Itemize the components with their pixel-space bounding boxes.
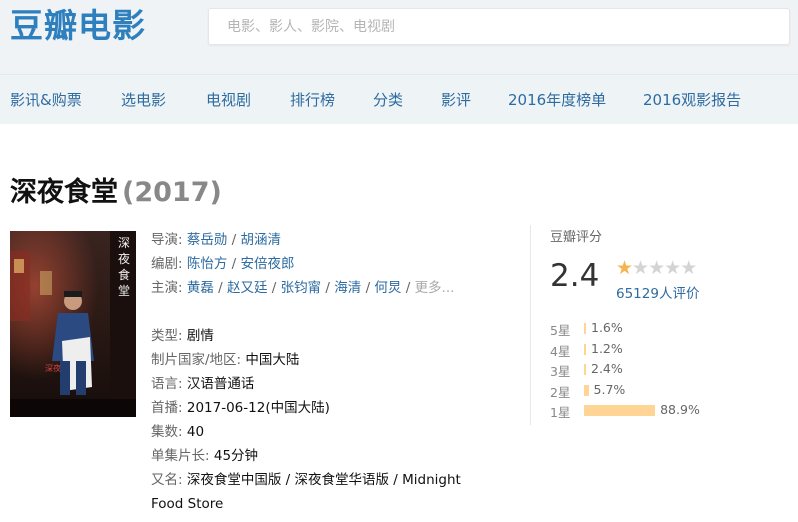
episodes-row: 集数: 40 — [151, 420, 463, 444]
writer-link[interactable]: 安倍夜郎 — [241, 256, 295, 272]
genre-value: 剧情 — [186, 328, 214, 344]
nav-item-annual-list-2016[interactable]: 2016年度榜单 — [508, 89, 606, 110]
country-value: 中国大陆 — [245, 352, 300, 368]
nav-item-tickets[interactable]: 影讯&购票 — [10, 89, 82, 110]
rating-percent: 1.6% — [591, 320, 623, 335]
nav-item-charts[interactable]: 排行榜 — [290, 89, 335, 110]
rating-percent: 5.7% — [593, 381, 626, 397]
genre-label: 类型: — [151, 328, 183, 344]
language-label: 语言: — [151, 376, 183, 392]
svg-text:深夜: 深夜 — [45, 363, 61, 373]
rating-star-label: 2星 — [550, 384, 571, 400]
writers-label: 编剧: — [151, 256, 183, 272]
rating-bar — [584, 405, 656, 416]
directors-label: 导演: — [151, 232, 183, 248]
rating-distribution-row: 4星 1.2% — [550, 339, 770, 360]
rating-distribution-row: 5星 1.6% — [550, 318, 770, 339]
rating-stars: ★★★★★ — [616, 257, 697, 279]
language-row: 语言: 汉语普通话 — [151, 372, 463, 396]
aka-value: 深夜食堂中国版 / 深夜食堂华语版 / Midnight Food Store — [151, 472, 461, 512]
star-empty-icon: ★ — [648, 257, 665, 279]
star-empty-icon: ★ — [632, 257, 649, 279]
more-cast-link[interactable]: 更多... — [415, 280, 455, 296]
genre-row: 类型: 剧情 — [151, 324, 463, 348]
runtime-value: 45分钟 — [213, 448, 259, 464]
rating-distribution: 5星 1.6% 4星 1.2% 3星 2.4% 2星 5.7% 1星 88.9% — [550, 318, 770, 421]
cast-link[interactable]: 何炅 — [374, 280, 401, 296]
rating-bar — [584, 343, 586, 355]
top-header: 豆瓣电影 — [0, 0, 798, 74]
episodes-label: 集数: — [151, 424, 183, 440]
rating-star-label: 5星 — [550, 323, 571, 338]
cast-label: 主演: — [151, 280, 183, 296]
rating-percent: 2.4% — [591, 361, 623, 376]
rating-distribution-row: 2星 5.7% — [550, 380, 770, 401]
cast-link[interactable]: 张钧甯 — [281, 280, 322, 296]
aka-row: 又名: 深夜食堂中国版 / 深夜食堂华语版 / Midnight Food St… — [151, 468, 463, 516]
star-filled-icon: ★ — [616, 257, 633, 279]
nav-item-tv[interactable]: 电视剧 — [206, 89, 251, 110]
movie-poster[interactable]: 深 夜 食 堂 深夜 — [10, 231, 136, 417]
cast-row: 主演: 黄磊 / 赵又廷 / 张钧甯 / 海清 / 何炅 / 更多... — [151, 280, 455, 296]
aka-label: 又名: — [151, 472, 183, 488]
premiere-row: 首播: 2017-06-12(中国大陆) — [151, 396, 463, 420]
country-label: 制片国家/地区: — [151, 352, 242, 368]
nav-item-reviews[interactable]: 影评 — [441, 89, 471, 110]
section-divider — [530, 225, 531, 425]
writers-row: 编剧: 陈怡方 / 安倍夜郎 — [151, 256, 295, 272]
rating-bar — [584, 384, 589, 396]
premiere-value: 2017-06-12(中国大陆) — [186, 400, 330, 416]
rating-score: 2.4 — [550, 258, 600, 294]
main-nav: 影讯&购票 选电影 电视剧 排行榜 分类 影评 2016年度榜单 2016观影报… — [0, 74, 798, 124]
country-row: 制片国家/地区: 中国大陆 — [151, 348, 463, 372]
page-title: 深夜食堂 (2017) — [10, 170, 222, 209]
rating-star-label: 1星 — [550, 405, 571, 420]
episodes-value: 40 — [186, 424, 205, 440]
rating-label: 豆瓣评分 — [550, 230, 603, 245]
cast-link[interactable]: 黄磊 — [187, 280, 214, 296]
runtime-label: 单集片长: — [151, 448, 210, 464]
premiere-label: 首播: — [151, 400, 183, 416]
nav-item-explore-movies[interactable]: 选电影 — [121, 89, 166, 110]
rating-star-label: 3星 — [550, 364, 571, 379]
language-value: 汉语普通话 — [186, 376, 255, 392]
writer-link[interactable]: 陈怡方 — [187, 256, 228, 272]
cast-link[interactable]: 海清 — [334, 280, 361, 296]
rating-percent: 88.9% — [660, 402, 700, 417]
svg-text:食: 食 — [118, 267, 130, 282]
nav-item-report-2016[interactable]: 2016观影报告 — [643, 89, 741, 110]
star-empty-icon: ★ — [664, 257, 681, 279]
runtime-row: 单集片长: 45分钟 — [151, 444, 463, 468]
nav-item-categories[interactable]: 分类 — [373, 89, 403, 110]
movie-year: (2017) — [122, 177, 222, 208]
poster-image: 深 夜 食 堂 深夜 — [10, 231, 136, 417]
svg-text:深: 深 — [118, 236, 130, 250]
rating-distribution-row: 3星 2.4% — [550, 359, 770, 380]
rating-bar — [584, 364, 586, 375]
search-input[interactable] — [209, 9, 789, 44]
rating-star-label: 4星 — [550, 343, 571, 359]
star-empty-icon: ★ — [680, 257, 697, 279]
rating-percent: 1.2% — [591, 340, 623, 356]
directors-row: 导演: 蔡岳勋 / 胡涵清 — [151, 232, 282, 248]
director-link[interactable]: 胡涵清 — [241, 232, 282, 248]
rating-panel: 豆瓣评分 2.4 ★★★★★ 65129人评价 5星 1.6% 4星 1.2% 3星 2.… — [550, 226, 770, 420]
rating-votes-link[interactable]: 65129人评价 — [616, 282, 699, 302]
movie-title: 深夜食堂 — [10, 177, 118, 208]
svg-text:堂: 堂 — [118, 284, 130, 298]
movie-info: 导演: 蔡岳勋 / 胡涵清 编剧: 陈怡方 / 安倍夜郎 主演: 黄磊 / 赵又… — [151, 228, 463, 516]
svg-text:夜: 夜 — [118, 251, 130, 266]
director-link[interactable]: 蔡岳勋 — [187, 232, 228, 248]
rating-distribution-row: 1星 88.9% — [550, 400, 770, 421]
rating-bar — [584, 323, 586, 334]
douban-movie-logo[interactable]: 豆瓣电影 — [10, 6, 146, 46]
search-box[interactable] — [208, 8, 790, 45]
cast-link[interactable]: 赵又廷 — [227, 280, 268, 296]
